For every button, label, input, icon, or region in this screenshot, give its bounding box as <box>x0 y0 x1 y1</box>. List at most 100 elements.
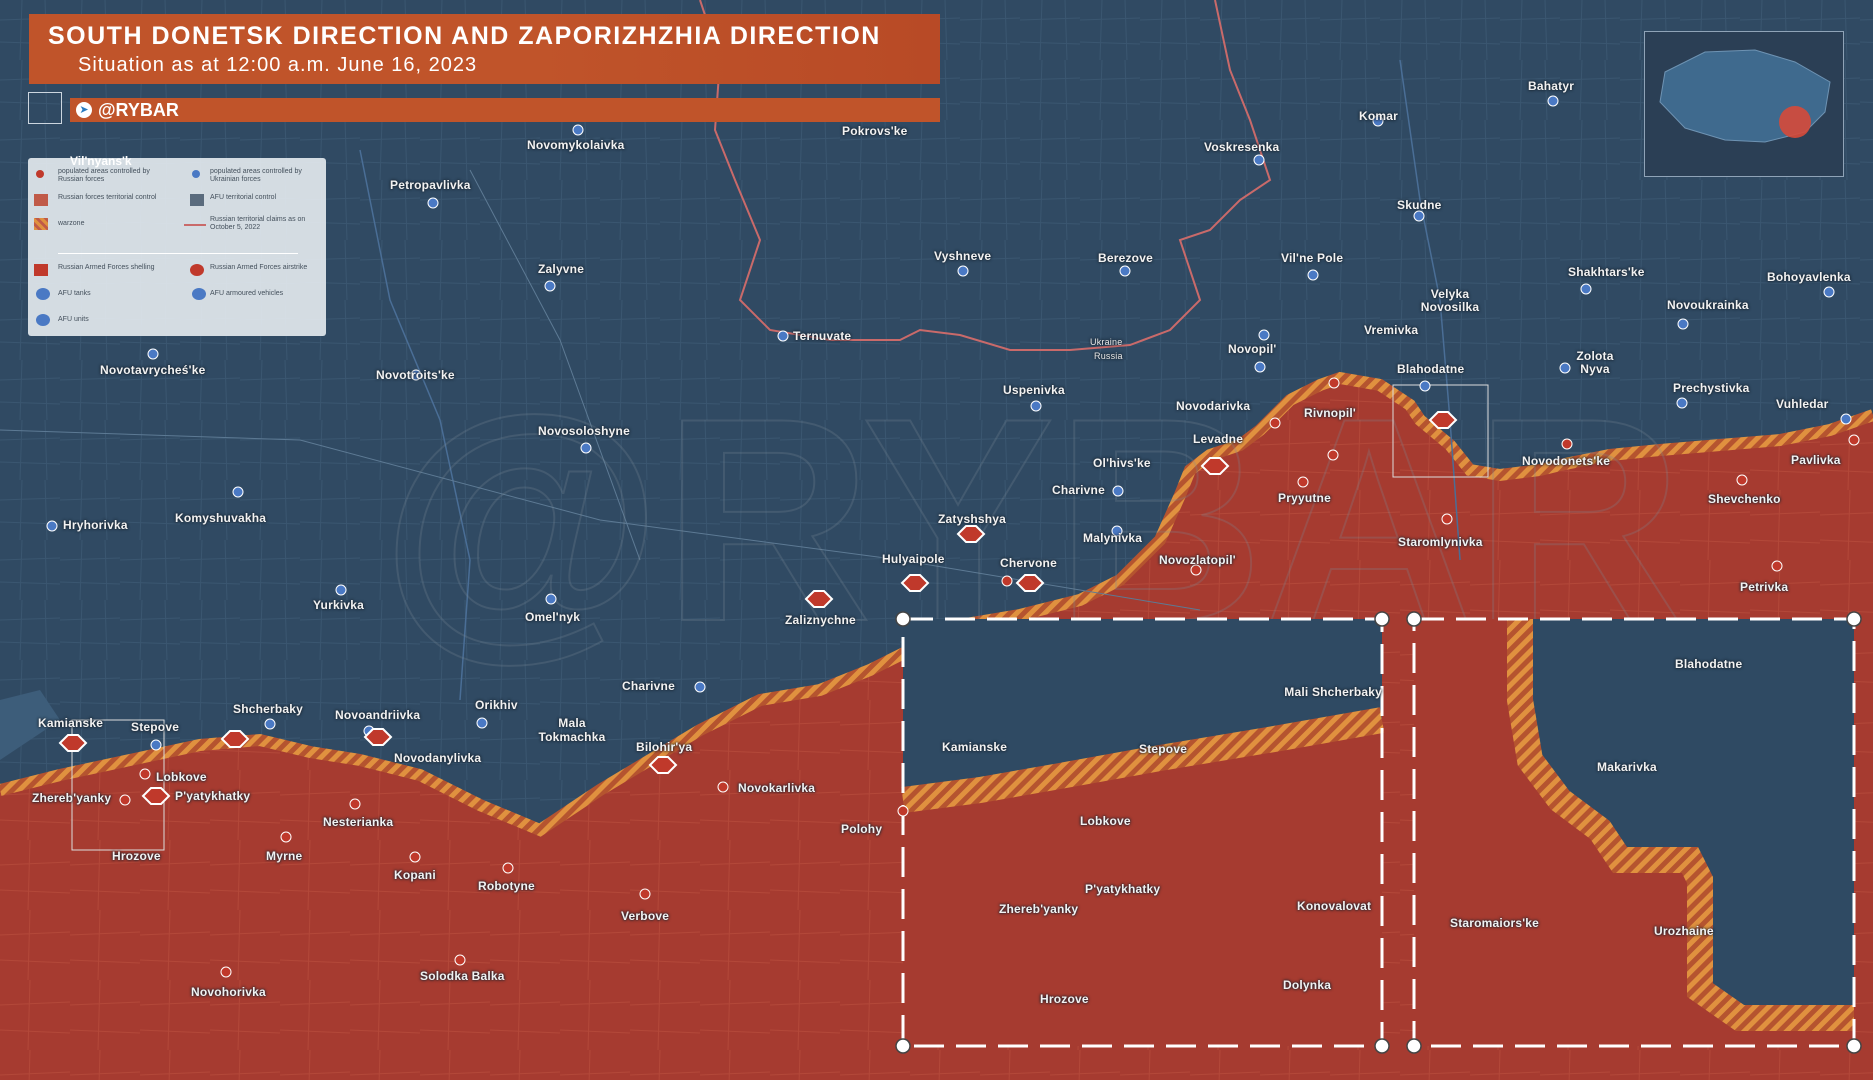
place-komyshuvakha[interactable]: Komyshuvakha <box>175 511 266 525</box>
place-hulyaipole[interactable]: Hulyaipole <box>882 552 945 566</box>
place-orikhiv[interactable]: Orikhiv <box>475 698 518 712</box>
claims-line-icon <box>184 224 206 226</box>
place-yurkivka[interactable]: Yurkivka <box>313 598 364 612</box>
place-polohy[interactable]: Polohy <box>841 822 882 836</box>
place-novoandriivka[interactable]: Novoandriivka <box>335 708 420 722</box>
place-zatyshshya[interactable]: Zatyshshya <box>938 512 1006 526</box>
place-novozlatopil[interactable]: Novozlatopil' <box>1159 553 1236 567</box>
legend-ua-populated: populated areas controlled by Ukrainian … <box>210 168 302 183</box>
inset2-makarivka[interactable]: Makarivka <box>1597 760 1657 774</box>
place-solodka-balka[interactable]: Solodka Balka <box>420 969 505 983</box>
place-pavlivka[interactable]: Pavlivka <box>1791 453 1841 467</box>
map-title: SOUTH DONETSK DIRECTION AND ZAPORIZHZHIA… <box>48 22 881 50</box>
place-kopani[interactable]: Kopani <box>394 868 436 882</box>
inset1-pyatykhatky[interactable]: P'yatykhatky <box>1085 882 1160 896</box>
legend-warzone: warzone <box>58 220 85 227</box>
inset-map-2 <box>1406 611 1862 1054</box>
ru-populated-icon <box>36 170 44 178</box>
place-charivne-east[interactable]: Charivne <box>1052 483 1105 497</box>
legend-header: Vil'nyans'k <box>70 154 132 168</box>
place-novosoloshyne[interactable]: Novosoloshyne <box>538 424 630 438</box>
inset1-lobkove[interactable]: Lobkove <box>1080 814 1131 828</box>
place-vuhledar[interactable]: Vuhledar <box>1776 397 1829 411</box>
place-shevchenko[interactable]: Shevchenko <box>1708 492 1781 506</box>
place-lobkove[interactable]: Lobkove <box>156 770 207 784</box>
inset2-blahodatne[interactable]: Blahodatne <box>1675 657 1742 671</box>
place-shcherbaky[interactable]: Shcherbaky <box>233 702 303 716</box>
place-voskresenka[interactable]: Voskresenka <box>1204 140 1279 154</box>
inset2-staromaiorske[interactable]: Staromaiors'ke <box>1450 916 1539 930</box>
place-staromlynivka[interactable]: Staromlynivka <box>1398 535 1483 549</box>
place-novohorivka[interactable]: Novohorivka <box>191 985 266 999</box>
place-bilohirya[interactable]: Bilohir'ya <box>636 740 692 754</box>
legend-armoured: AFU armoured vehicles <box>210 290 284 297</box>
inset1-mali-shcherbaky[interactable]: Mali Shcherbaky <box>1272 685 1382 699</box>
place-vremivka[interactable]: Vremivka <box>1364 323 1418 337</box>
place-ternuvate[interactable]: Ternuvate <box>793 329 851 343</box>
place-zalyvne[interactable]: Zalyvne <box>538 262 584 276</box>
place-shakhtarske[interactable]: Shakhtars'ke <box>1568 265 1645 279</box>
map-canvas[interactable]: @RYBAR SOUTH DONETSK DIRECTION AND ZAPOR… <box>0 0 1873 1080</box>
minimap-shape <box>1659 49 1831 143</box>
place-blahodatne[interactable]: Blahodatne <box>1397 362 1464 376</box>
place-mala-tokmachka[interactable]: Mala Tokmachka <box>532 716 612 744</box>
place-charivne-west[interactable]: Charivne <box>622 679 675 693</box>
place-berezove[interactable]: Berezove <box>1098 251 1153 265</box>
place-novotroitske[interactable]: Novotroits'ke <box>376 368 455 382</box>
place-malynivka[interactable]: Malynivka <box>1083 531 1142 545</box>
place-novokarlivka[interactable]: Novokarlivka <box>738 781 815 795</box>
place-novoukrainka[interactable]: Novoukrainka <box>1667 298 1749 312</box>
place-myrne[interactable]: Myrne <box>266 849 302 863</box>
inset1-stepove[interactable]: Stepove <box>1139 742 1187 756</box>
place-chervone[interactable]: Chervone <box>1000 556 1057 570</box>
place-levadne[interactable]: Levadne <box>1193 432 1243 446</box>
place-zolota-nyva[interactable]: Zolota Nyva <box>1570 350 1620 376</box>
armoured-icon <box>192 288 206 300</box>
place-omelnyk[interactable]: Omel'nyk <box>525 610 580 624</box>
place-zherebyanky[interactable]: Zhereb'yanky <box>32 791 111 805</box>
inset1-hrozove[interactable]: Hrozove <box>1040 992 1089 1006</box>
place-novopil[interactable]: Novopil' <box>1228 342 1276 356</box>
place-pokrovske[interactable]: Pokrovs'ke <box>842 124 908 138</box>
overview-minimap[interactable] <box>1644 31 1844 177</box>
inset1-konovalova[interactable]: Konovalovat <box>1297 899 1371 913</box>
place-nesterianka[interactable]: Nesterianka <box>323 815 393 829</box>
place-hryhorivka[interactable]: Hryhorivka <box>63 518 128 532</box>
place-velyka-novosilka[interactable]: Velyka Novosilka <box>1420 288 1480 314</box>
place-hrozove[interactable]: Hrozove <box>112 849 161 863</box>
legend-divider <box>58 253 298 254</box>
place-novodarivka[interactable]: Novodarivka <box>1176 399 1250 413</box>
place-novodanylivka[interactable]: Novodanylivka <box>394 751 481 765</box>
inset1-zherebyanky[interactable]: Zhereb'yanky <box>999 902 1078 916</box>
place-robotyne[interactable]: Robotyne <box>478 879 535 893</box>
inset2-urozhaine[interactable]: Urozhaine <box>1654 924 1714 938</box>
inset1-kamianske[interactable]: Kamianske <box>942 740 1007 754</box>
inset1-dolynka[interactable]: Dolynka <box>1283 978 1331 992</box>
brand-bar <box>70 98 940 122</box>
legend-airstrike: Russian Armed Forces airstrike <box>210 264 308 271</box>
place-stepove[interactable]: Stepove <box>131 720 179 734</box>
place-zaliznychne[interactable]: Zaliznychne <box>785 613 856 627</box>
place-komar[interactable]: Komar <box>1359 109 1398 123</box>
place-novomykolaivka[interactable]: Novomykolaivka <box>527 138 625 152</box>
place-petropavlivka[interactable]: Petropavlivka <box>390 178 471 192</box>
brand-handle[interactable]: @RYBAR <box>98 100 179 121</box>
place-rivnopil[interactable]: Rivnopil' <box>1304 406 1356 420</box>
shelling-icon <box>34 264 48 276</box>
place-petrivka[interactable]: Petrivka <box>1740 580 1788 594</box>
place-pryyutne[interactable]: Pryyutne <box>1278 491 1331 505</box>
place-vyshneve[interactable]: Vyshneve <box>934 249 991 263</box>
place-kamianske[interactable]: Kamianske <box>38 716 103 730</box>
place-olhivske[interactable]: Ol'hivs'ke <box>1093 456 1151 470</box>
place-vilne-pole[interactable]: Vil'ne Pole <box>1281 251 1343 265</box>
border-label-ukraine: Ukraine <box>1090 337 1123 347</box>
place-pyatykhatky[interactable]: P'yatykhatky <box>175 789 250 803</box>
place-bohoyavlenka[interactable]: Bohoyavlenka <box>1767 270 1851 284</box>
place-verbove[interactable]: Verbove <box>621 909 669 923</box>
place-skudne[interactable]: Skudne <box>1397 198 1442 212</box>
place-uspenivka[interactable]: Uspenivka <box>1003 383 1065 397</box>
place-bahatyr[interactable]: Bahatyr <box>1528 79 1574 93</box>
place-prechystivka[interactable]: Prechystivka <box>1673 381 1749 395</box>
place-novodonetske[interactable]: Novodonets'ke <box>1522 454 1610 468</box>
place-novotavrycheske[interactable]: Novotavrycheś'ke <box>100 363 205 377</box>
